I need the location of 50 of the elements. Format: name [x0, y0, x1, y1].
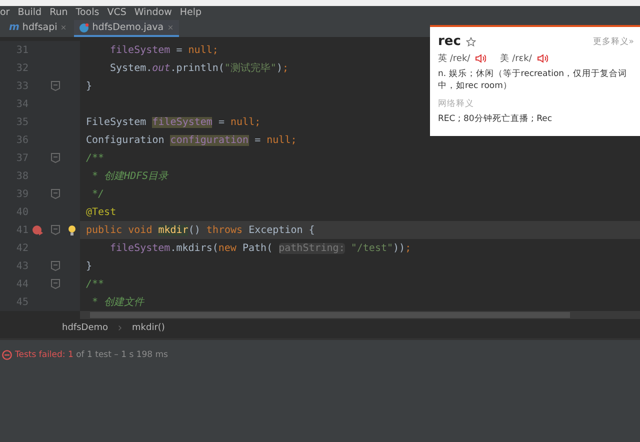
- code-line: @Test: [86, 206, 116, 218]
- code-line: fileSystem = null;: [110, 44, 218, 56]
- section-heading: 网络释义: [438, 98, 475, 110]
- fold-icon[interactable]: [50, 81, 60, 91]
- module-icon: m: [9, 22, 20, 33]
- star-icon[interactable]: [466, 36, 476, 46]
- breadcrumb-item[interactable]: hdfsDemo: [62, 323, 108, 333]
- code-line: /**: [86, 152, 104, 164]
- code-line: System.out.println("测试完毕");: [110, 62, 289, 75]
- pronunciation: 英 /rek/: [438, 52, 470, 65]
- editor-tab[interactable]: m hdfsapi: [4, 20, 72, 37]
- dictionary-word: rec: [438, 34, 461, 49]
- pronunciation: 美 /rɛk/: [500, 52, 532, 65]
- code-line: Configuration configuration = null;: [86, 134, 297, 146]
- more-definitions-link[interactable]: 更多释义»: [592, 36, 634, 48]
- breadcrumb-item[interactable]: mkdir(): [132, 323, 165, 333]
- code-line: * 创建文件: [91, 296, 144, 309]
- speaker-icon[interactable]: [536, 54, 548, 63]
- run-marker-icon[interactable]: [32, 224, 44, 236]
- menu-item[interactable]: Window: [134, 6, 172, 20]
- lightbulb-icon[interactable]: [68, 224, 76, 236]
- speaker-icon[interactable]: [475, 54, 486, 63]
- web-meanings: REC ; 80分钟死亡直播 ; Rec: [438, 113, 553, 125]
- menu-item[interactable]: Tools: [76, 6, 100, 20]
- code-line: * 创建HDFS目录: [91, 170, 168, 183]
- failed-icon: [2, 350, 12, 360]
- definition-text: n. 娱乐；休闲（等于recreation，仅用于复合词中，如rec room）: [438, 68, 628, 92]
- code-line: fileSystem.mkdirs(new Path( pathString: "/test"));: [110, 242, 412, 254]
- test-status: Tests failed: 1 of 1 test – 1 s 198 ms: [15, 350, 168, 360]
- fold-icon[interactable]: [50, 225, 60, 235]
- code-line: public void mkdir() throws Exception {: [86, 224, 315, 236]
- menu-item[interactable]: or: [0, 6, 10, 20]
- close-icon[interactable]: [166, 24, 174, 31]
- fold-icon[interactable]: [50, 279, 60, 289]
- menu-item[interactable]: VCS: [107, 6, 126, 20]
- menu-item[interactable]: Help: [180, 6, 202, 20]
- fold-icon[interactable]: [50, 189, 60, 199]
- code-line: }: [86, 80, 92, 92]
- code-line: FileSystem fileSystem = null;: [86, 116, 261, 128]
- menu-item[interactable]: Run: [50, 6, 68, 20]
- fold-icon[interactable]: [50, 261, 60, 271]
- code-line: }: [86, 260, 92, 272]
- fold-icon[interactable]: [50, 153, 60, 163]
- code-line: */: [91, 188, 104, 200]
- class-icon: [79, 22, 90, 32]
- editor-tab[interactable]: hdfsDemo.java: [74, 20, 179, 37]
- horizontal-scrollbar[interactable]: [80, 311, 640, 319]
- menu-item[interactable]: Build: [18, 6, 42, 20]
- code-line: /**: [86, 278, 104, 290]
- close-icon[interactable]: [60, 24, 68, 31]
